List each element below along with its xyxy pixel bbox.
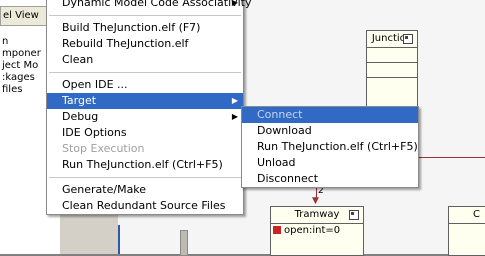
class-compartment [367, 63, 417, 78]
menu-item-generate-make[interactable]: Generate/Make [47, 182, 243, 198]
menu-item-open-ide[interactable]: Open IDE ... [47, 77, 243, 93]
menu-item-run-thejunction-elf-ctrl-f5[interactable]: Run TheJunction.elf (Ctrl+F5) [242, 139, 418, 155]
attribute-icon [273, 226, 281, 234]
menu-item-dynamic-model-code-associativity[interactable]: Dynamic Model Code Associativity ▶ [47, 0, 252, 11]
menu-item-label: Clean Redundant Source Files [62, 199, 226, 212]
menu-item-label: Open IDE ... [62, 78, 128, 91]
tramway-title-text: Tramway [294, 209, 340, 220]
tree-item[interactable]: mponer [2, 48, 41, 59]
association-line[interactable] [416, 157, 485, 158]
class-compartment [367, 48, 417, 63]
menu-item-ide-options[interactable]: IDE Options [47, 125, 243, 141]
tree-item[interactable]: ject Mo [2, 60, 38, 71]
menu-item-target[interactable]: Target ▶ [47, 93, 243, 109]
attribute-text: open:int=0 [284, 225, 341, 236]
menu-item-build-thejunction-elf-f7[interactable]: Build TheJunction.elf (F7) [47, 20, 243, 36]
menu-item-label: IDE Options [62, 126, 127, 139]
menu-item-download[interactable]: Download [242, 123, 418, 139]
partial-class-title: C [449, 207, 485, 224]
menu-separator [49, 15, 241, 16]
menu-item-disconnect[interactable]: Disconnect [242, 171, 418, 187]
target-submenu: Connect Download Run TheJunction.elf (Ctrl… [241, 106, 419, 188]
menu-item-stop-execution: Stop Execution [47, 141, 243, 157]
menu-item-label: Run TheJunction.elf (Ctrl+F5) [62, 158, 223, 171]
menu-item-label: Unload [257, 156, 296, 169]
menu-item-label: Debug [62, 110, 99, 123]
menu-item-debug[interactable]: Debug ▶ [47, 109, 243, 125]
menu-item-label: Build TheJunction.elf (F7) [62, 21, 201, 34]
menu-item-label: Dynamic Model Code Associativity [62, 0, 252, 9]
menu-item-clean-redundant-source-files[interactable]: Clean Redundant Source Files [47, 198, 243, 214]
scrollbar-thumb[interactable] [180, 230, 188, 256]
menu-item-label: Stop Execution [62, 142, 145, 155]
menu-item-rebuild-thejunction-elf[interactable]: Rebuild TheJunction.elf [47, 36, 243, 52]
tree-item[interactable]: :kages [2, 72, 35, 83]
menu-item-clean[interactable]: Clean [47, 52, 243, 68]
menu-item-connect: Connect [242, 107, 418, 123]
class-composite-icon [403, 34, 413, 44]
menu-item-run-thejunction-elf-ctrl-f5[interactable]: Run TheJunction.elf (Ctrl+F5) [47, 157, 243, 173]
tramway-class-title: Tramway [271, 207, 363, 224]
menu-item-label: Generate/Make [62, 183, 147, 196]
attribute-row[interactable]: open:int=0 [271, 224, 363, 238]
menu-item-label: Target [62, 94, 97, 107]
menu-separator [49, 177, 241, 178]
menu-item-label: Download [257, 124, 312, 137]
tree-item[interactable]: n [2, 36, 8, 47]
junction-class-title: Junction [367, 31, 417, 48]
menu-item-label: Disconnect [257, 172, 319, 185]
arrow-head-icon: ▼ [312, 196, 319, 206]
partial-class-title-text: C [473, 209, 480, 220]
selection-line [118, 225, 120, 254]
context-menu: Dynamic Model Code Associativity ▶ Build T… [46, 0, 252, 215]
partial-class-box[interactable]: C [448, 206, 485, 256]
submenu-arrow-icon: ▶ [231, 112, 238, 121]
submenu-arrow-icon: ▶ [231, 0, 238, 7]
menu-item-label: Run TheJunction.elf (Ctrl+F5) [257, 140, 418, 153]
menu-separator [49, 72, 241, 73]
menu-item-unload[interactable]: Unload [242, 155, 418, 171]
submenu-arrow-icon: ▶ [231, 96, 238, 105]
menu-item-label: Clean [62, 53, 94, 66]
tree-item[interactable]: files [2, 84, 22, 95]
class-composite-icon [349, 210, 359, 220]
tramway-class-box[interactable]: Tramway open:int=0 [270, 206, 364, 256]
model-view-tab[interactable]: el View [0, 6, 50, 26]
menu-item-label: Connect [257, 108, 303, 121]
menu-item-label: Rebuild TheJunction.elf [62, 37, 189, 50]
